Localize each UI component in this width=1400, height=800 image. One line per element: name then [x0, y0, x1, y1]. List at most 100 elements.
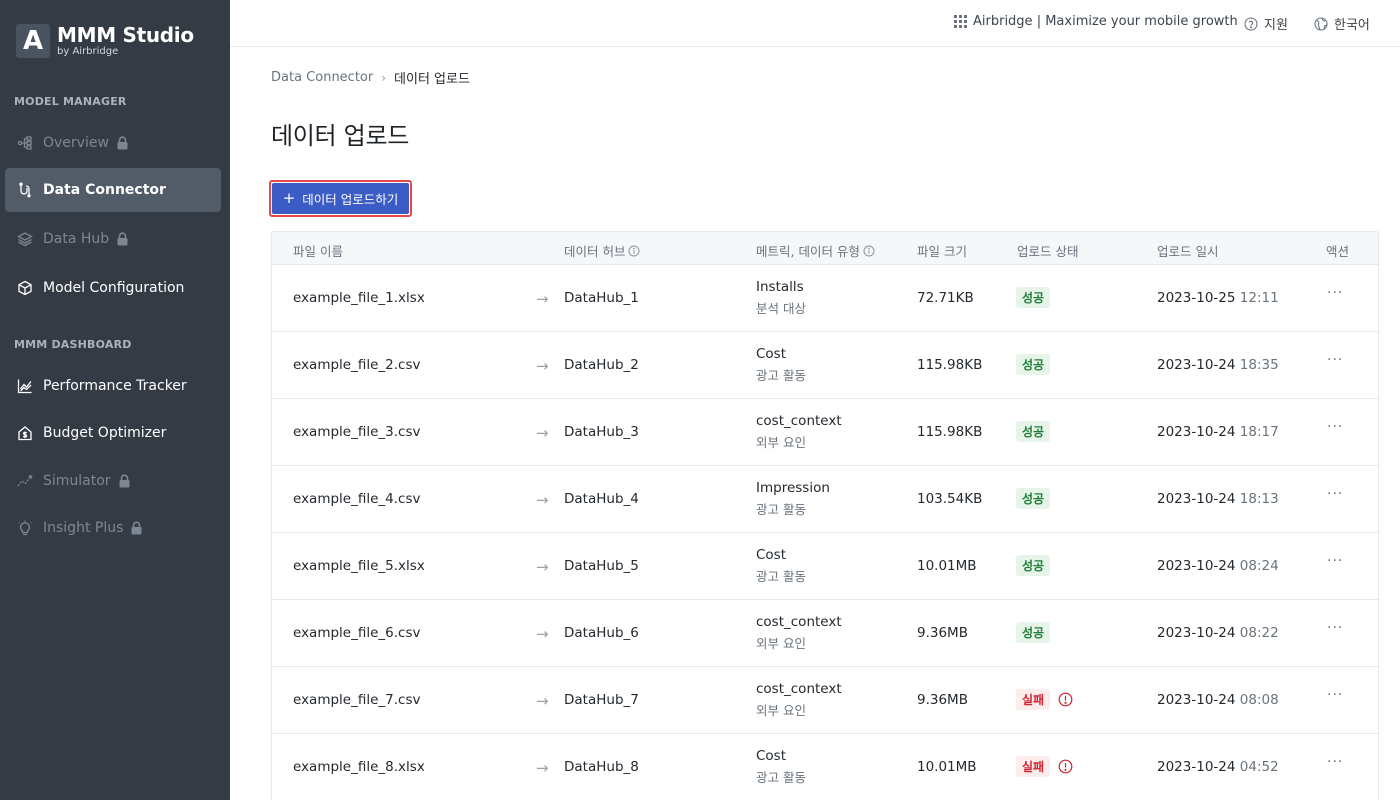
upload-button-label: 데이터 업로드하기	[302, 192, 399, 207]
layers-icon	[17, 231, 33, 247]
sidebar-item-label: Data Hub	[43, 231, 110, 247]
upload-datetime: 2023-10-24 08:08	[1157, 692, 1279, 708]
upload-datetime: 2023-10-24 04:52	[1157, 759, 1279, 775]
data-type: 광고 활동	[756, 368, 806, 383]
file-name[interactable]: example_file_6.csv	[293, 625, 421, 641]
sidebar-item-budget-optimizer[interactable]: Budget Optimizer	[5, 411, 221, 455]
data-hub-name[interactable]: DataHub_1	[564, 290, 639, 306]
table-row[interactable]: example_file_8.xlsx → DataHub_8 Cost 광고 …	[272, 734, 1378, 800]
connector-icon	[17, 182, 33, 198]
more-actions-icon[interactable]: ···	[1327, 620, 1343, 636]
sidebar-item-insight-plus[interactable]: Insight Plus	[5, 506, 221, 550]
data-hub-name[interactable]: DataHub_2	[564, 357, 639, 373]
info-icon[interactable]	[628, 245, 640, 257]
sidebar-item-performance-tracker[interactable]: Performance Tracker	[5, 364, 221, 408]
hierarchy-icon	[17, 135, 33, 151]
file-name[interactable]: example_file_2.csv	[293, 357, 421, 373]
support-link[interactable]: 지원	[1244, 14, 1288, 33]
plus-icon: +	[282, 189, 296, 207]
table-row[interactable]: example_file_2.csv → DataHub_2 Cost 광고 활…	[272, 332, 1378, 399]
status-badge: 실패	[1016, 689, 1051, 710]
table-row[interactable]: example_file_7.csv → DataHub_7 cost_cont…	[272, 667, 1378, 734]
sidebar-item-model-configuration[interactable]: Model Configuration	[5, 266, 221, 310]
language-selector[interactable]: 한국어	[1314, 14, 1370, 33]
upload-time: 18:35	[1239, 357, 1279, 373]
brand-subtitle: by Airbridge	[57, 45, 119, 57]
sparkline-icon	[17, 473, 33, 489]
file-name[interactable]: example_file_4.csv	[293, 491, 421, 507]
column-header-label: 파일 이름	[293, 244, 343, 259]
upload-time: 18:17	[1239, 424, 1279, 440]
file-name[interactable]: example_file_5.xlsx	[293, 558, 425, 574]
product-switcher[interactable]: Airbridge | Maximize your mobile growth	[954, 14, 1238, 29]
upload-date: 2023-10-24	[1157, 357, 1236, 373]
more-actions-icon[interactable]: ···	[1327, 419, 1343, 435]
table-row[interactable]: example_file_6.csv → DataHub_6 cost_cont…	[272, 600, 1378, 667]
file-name[interactable]: example_file_3.csv	[293, 424, 421, 440]
brand[interactable]: A MMM Studio by Airbridge	[16, 24, 194, 58]
status-badge: 성공	[1016, 488, 1051, 509]
alert-circle-icon[interactable]	[1058, 759, 1073, 774]
status-badge: 성공	[1016, 555, 1051, 576]
upload-time: 08:22	[1239, 625, 1279, 641]
sidebar-item-simulator[interactable]: Simulator	[5, 459, 221, 503]
arrow-right-icon: →	[536, 625, 549, 643]
lock-icon	[130, 521, 143, 535]
sidebar-item-data-connector[interactable]: Data Connector	[5, 168, 221, 212]
data-hub-name[interactable]: DataHub_4	[564, 491, 639, 507]
table-row[interactable]: example_file_1.xlsx → DataHub_1 Installs…	[272, 265, 1378, 332]
sidebar-item-overview[interactable]: Overview	[5, 121, 221, 165]
upload-datetime: 2023-10-24 18:13	[1157, 491, 1279, 507]
column-header-label: 파일 크기	[917, 244, 967, 259]
metric-name: Cost	[756, 346, 787, 362]
upload-time: 08:24	[1239, 558, 1279, 574]
more-actions-icon[interactable]: ···	[1327, 553, 1343, 569]
file-name[interactable]: example_file_7.csv	[293, 692, 421, 708]
arrow-right-icon: →	[536, 759, 549, 777]
upload-date: 2023-10-25	[1157, 290, 1236, 306]
more-actions-icon[interactable]: ···	[1327, 486, 1343, 502]
data-hub-name[interactable]: DataHub_8	[564, 759, 639, 775]
sidebar-item-label: Model Configuration	[43, 280, 185, 296]
table-row[interactable]: example_file_5.xlsx → DataHub_5 Cost 광고 …	[272, 533, 1378, 600]
file-name[interactable]: example_file_8.xlsx	[293, 759, 425, 775]
more-actions-icon[interactable]: ···	[1327, 352, 1343, 368]
column-header-date: 업로드 일시	[1157, 241, 1218, 260]
table-row[interactable]: example_file_4.csv → DataHub_4 Impressio…	[272, 466, 1378, 533]
breadcrumb-separator: ›	[381, 70, 387, 85]
upload-time: 04:52	[1239, 759, 1279, 775]
column-header-label: 메트릭, 데이터 유형	[756, 244, 860, 259]
table-row[interactable]: example_file_3.csv → DataHub_3 cost_cont…	[272, 399, 1378, 466]
sidebar-item-data-hub[interactable]: Data Hub	[5, 217, 221, 261]
data-type: 외부 요인	[756, 435, 806, 450]
upload-datetime: 2023-10-24 08:22	[1157, 625, 1279, 641]
metric-cell: cost_context 외부 요인	[756, 680, 842, 720]
more-actions-icon[interactable]: ···	[1327, 687, 1343, 703]
sidebar-item-label: Data Connector	[43, 182, 166, 198]
upload-datetime: 2023-10-25 12:11	[1157, 290, 1279, 306]
alert-circle-icon[interactable]	[1058, 692, 1073, 707]
file-name[interactable]: example_file_1.xlsx	[293, 290, 425, 306]
more-actions-icon[interactable]: ···	[1327, 285, 1343, 301]
file-size: 9.36MB	[917, 625, 968, 641]
product-label: Airbridge | Maximize your mobile growth	[973, 14, 1238, 29]
upload-time: 18:13	[1239, 491, 1279, 507]
more-actions-icon[interactable]: ···	[1327, 754, 1343, 770]
upload-data-button[interactable]: + 데이터 업로드하기	[269, 180, 412, 217]
metric-name: cost_context	[756, 614, 842, 630]
breadcrumb-parent-link[interactable]: Data Connector	[271, 70, 373, 85]
metric-cell: Cost 광고 활동	[756, 546, 806, 586]
data-hub-name[interactable]: DataHub_3	[564, 424, 639, 440]
data-type: 광고 활동	[756, 502, 806, 517]
column-header-label: 데이터 허브	[564, 244, 626, 259]
data-hub-name[interactable]: DataHub_7	[564, 692, 639, 708]
page-title: 데이터 업로드	[271, 122, 410, 150]
info-icon[interactable]	[863, 245, 875, 257]
sidebar-item-label: Simulator	[43, 473, 111, 489]
file-size: 10.01MB	[917, 558, 977, 574]
sidebar-item-label: Budget Optimizer	[43, 425, 167, 441]
metric-cell: Cost 광고 활동	[756, 345, 806, 385]
file-size: 115.98KB	[917, 424, 983, 440]
data-hub-name[interactable]: DataHub_6	[564, 625, 639, 641]
data-hub-name[interactable]: DataHub_5	[564, 558, 639, 574]
